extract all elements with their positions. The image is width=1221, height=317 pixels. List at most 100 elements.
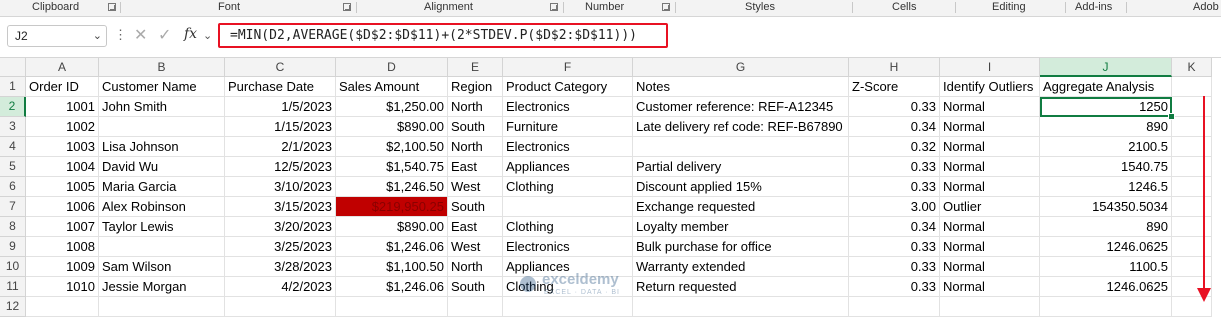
table-cell[interactable]: Appliances (503, 257, 633, 277)
ribbon-group-editing[interactable]: Editing (992, 0, 1026, 16)
alignment-launcher-icon[interactable] (550, 3, 558, 11)
empty-cell[interactable] (1172, 117, 1212, 137)
name-box[interactable]: J2 ⌄ (7, 25, 107, 47)
table-cell[interactable]: $2,100.50 (336, 137, 448, 157)
header-cell[interactable]: Customer Name (99, 77, 225, 97)
table-cell[interactable]: 890 (1040, 217, 1172, 237)
empty-cell[interactable] (1172, 197, 1212, 217)
table-cell[interactable]: 1005 (26, 177, 99, 197)
table-cell[interactable]: Maria Garcia (99, 177, 225, 197)
table-cell[interactable]: Normal (940, 237, 1040, 257)
table-cell[interactable]: Normal (940, 277, 1040, 297)
row-header-12[interactable]: 12 (0, 297, 26, 317)
table-cell[interactable]: West (448, 237, 503, 257)
row-header-7[interactable]: 7 (0, 197, 26, 217)
table-cell[interactable]: East (448, 157, 503, 177)
table-cell[interactable]: 0.34 (849, 217, 940, 237)
formula-input[interactable]: =MIN(D2,AVERAGE($D$2:$D$11)+(2*STDEV.P($… (218, 23, 668, 48)
ribbon-group-adobe[interactable]: Adob (1193, 0, 1219, 16)
table-cell[interactable]: $219,950.25 (336, 197, 448, 217)
table-cell[interactable]: Taylor Lewis (99, 217, 225, 237)
table-cell[interactable]: South (448, 277, 503, 297)
table-cell[interactable]: North (448, 257, 503, 277)
empty-cell[interactable] (1172, 217, 1212, 237)
header-cell[interactable]: Notes (633, 77, 849, 97)
font-launcher-icon[interactable] (343, 3, 351, 11)
column-header-g[interactable]: G (633, 58, 849, 77)
table-cell[interactable]: 3/15/2023 (225, 197, 336, 217)
table-cell[interactable]: 1003 (26, 137, 99, 157)
insert-function-icon[interactable]: fx (184, 26, 197, 42)
table-cell[interactable]: South (448, 197, 503, 217)
table-cell[interactable]: 4/2/2023 (225, 277, 336, 297)
header-cell[interactable]: Identify Outliers (940, 77, 1040, 97)
ribbon-group-styles[interactable]: Styles (745, 0, 775, 16)
table-cell[interactable]: 0.33 (849, 177, 940, 197)
table-cell[interactable]: Normal (940, 217, 1040, 237)
table-cell[interactable]: Jessie Morgan (99, 277, 225, 297)
table-cell[interactable]: Clothing (503, 277, 633, 297)
table-cell[interactable]: 1009 (26, 257, 99, 277)
table-cell[interactable]: North (448, 97, 503, 117)
table-cell[interactable]: Normal (940, 137, 1040, 157)
table-cell[interactable]: Return requested (633, 277, 849, 297)
ribbon-group-number[interactable]: Number (585, 0, 624, 16)
empty-cell[interactable] (940, 297, 1040, 317)
empty-cell[interactable] (448, 297, 503, 317)
table-cell[interactable]: 2100.5 (1040, 137, 1172, 157)
header-cell[interactable]: Z-Score (849, 77, 940, 97)
table-cell[interactable]: Outlier (940, 197, 1040, 217)
table-cell[interactable]: 12/5/2023 (225, 157, 336, 177)
row-header-8[interactable]: 8 (0, 217, 26, 237)
table-cell[interactable]: Clothing (503, 177, 633, 197)
table-cell[interactable]: South (448, 117, 503, 137)
table-cell[interactable]: Warranty extended (633, 257, 849, 277)
table-cell[interactable]: 1002 (26, 117, 99, 137)
table-cell[interactable]: 3/28/2023 (225, 257, 336, 277)
more-options-icon[interactable]: ⋮ (114, 27, 127, 43)
table-cell[interactable]: Normal (940, 157, 1040, 177)
table-cell[interactable]: Normal (940, 257, 1040, 277)
header-cell[interactable]: Aggregate Analysis (1040, 77, 1172, 97)
cancel-icon[interactable]: ✕ (134, 25, 147, 45)
table-cell[interactable]: $1,246.06 (336, 277, 448, 297)
empty-cell[interactable] (503, 297, 633, 317)
table-cell[interactable] (99, 117, 225, 137)
empty-cell[interactable] (1172, 97, 1212, 117)
table-cell[interactable]: $1,100.50 (336, 257, 448, 277)
table-cell[interactable]: 1004 (26, 157, 99, 177)
column-header-i[interactable]: I (940, 58, 1040, 77)
table-cell[interactable] (633, 137, 849, 157)
table-cell[interactable]: 1246.5 (1040, 177, 1172, 197)
table-cell[interactable]: West (448, 177, 503, 197)
column-header-f[interactable]: F (503, 58, 633, 77)
table-cell[interactable]: John Smith (99, 97, 225, 117)
row-header-10[interactable]: 10 (0, 257, 26, 277)
empty-cell[interactable] (1040, 297, 1172, 317)
column-header-a[interactable]: A (26, 58, 99, 77)
empty-cell[interactable] (849, 297, 940, 317)
header-cell[interactable]: Sales Amount (336, 77, 448, 97)
table-cell[interactable]: East (448, 217, 503, 237)
empty-cell[interactable] (1172, 257, 1212, 277)
table-cell[interactable]: Bulk purchase for office (633, 237, 849, 257)
table-cell[interactable]: Customer reference: REF-A12345 (633, 97, 849, 117)
table-cell[interactable] (99, 237, 225, 257)
table-cell[interactable]: 0.33 (849, 277, 940, 297)
ribbon-group-cells[interactable]: Cells (892, 0, 916, 16)
table-cell[interactable]: $1,246.06 (336, 237, 448, 257)
column-header-h[interactable]: H (849, 58, 940, 77)
table-cell[interactable]: $1,540.75 (336, 157, 448, 177)
table-cell[interactable]: Partial delivery (633, 157, 849, 177)
table-cell[interactable]: Normal (940, 97, 1040, 117)
table-cell[interactable]: 154350.5034 (1040, 197, 1172, 217)
table-cell[interactable]: 1250 (1040, 97, 1172, 117)
row-header-1[interactable]: 1 (0, 77, 26, 97)
ribbon-group-alignment[interactable]: Alignment (424, 0, 473, 16)
expand-formula-icon[interactable]: ⌄ (203, 29, 212, 42)
clipboard-launcher-icon[interactable] (108, 3, 116, 11)
column-header-k[interactable]: K (1172, 58, 1212, 77)
row-header-4[interactable]: 4 (0, 137, 26, 157)
table-cell[interactable]: 0.33 (849, 97, 940, 117)
table-cell[interactable]: Discount applied 15% (633, 177, 849, 197)
